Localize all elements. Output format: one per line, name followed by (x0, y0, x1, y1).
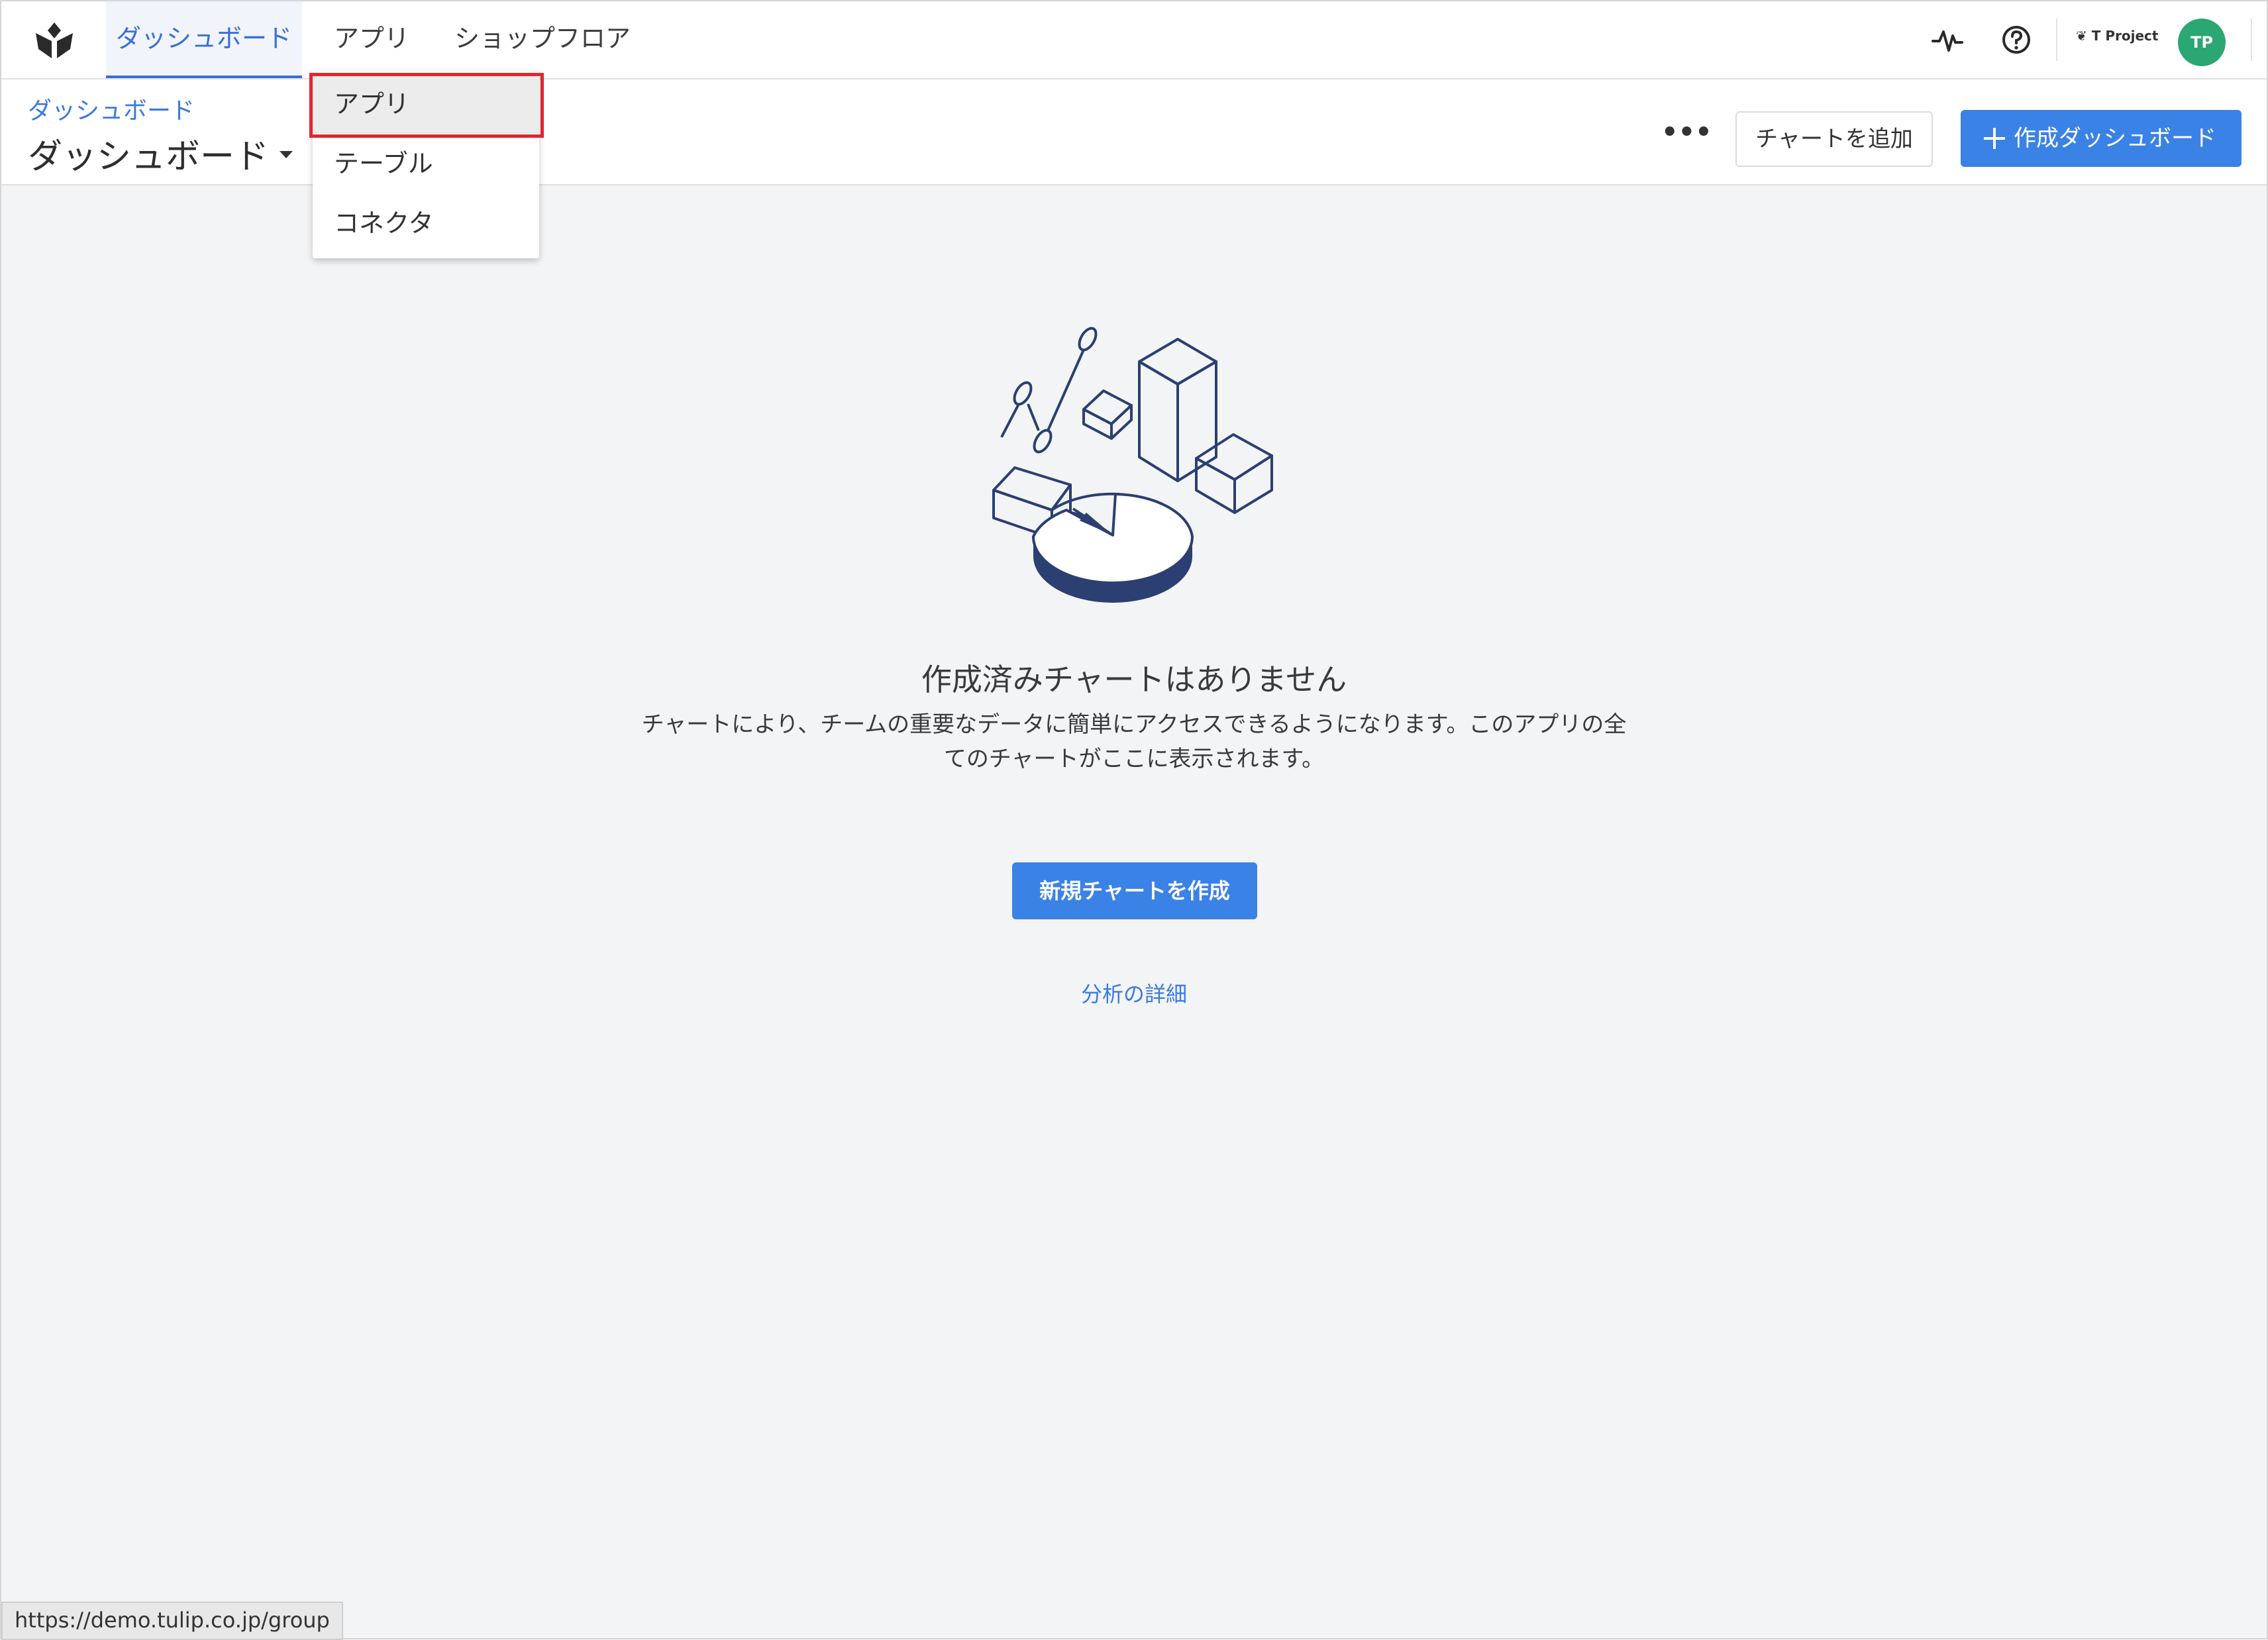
menu-item-connectors[interactable]: コネクタ (313, 193, 539, 253)
highlight-annotation (309, 73, 544, 138)
plus-icon (1984, 128, 2005, 149)
activity-icon[interactable] (1929, 21, 1966, 58)
empty-state-title: 作成済みチャートはありません (921, 662, 1347, 697)
tab-shop-floor[interactable]: ショップフロア (454, 1, 631, 78)
avatar[interactable]: TP (2178, 19, 2226, 66)
top-navigation: ダッシュボード アプリ ショップフロア ❦ T Project TP (1, 1, 2267, 79)
create-dashboard-label: 作成ダッシュボード (2014, 125, 2216, 152)
learn-more-link: 分析の詳細 (0, 978, 2268, 1008)
learn-more-link-text[interactable]: 分析の詳細 (1081, 982, 1187, 1007)
tulip-logo-icon[interactable] (32, 20, 77, 65)
nav-divider-right (2251, 19, 2252, 61)
breadcrumb[interactable]: ダッシュボード (28, 91, 195, 126)
help-icon[interactable] (1998, 21, 2035, 58)
create-chart-button[interactable]: 新規チャートを作成 (1012, 862, 1257, 919)
empty-state-description: チャートにより、チームの重要なデータに簡単にアクセスできるようになります。このア… (641, 711, 1627, 772)
caret-down-icon[interactable] (280, 151, 293, 158)
create-dashboard-button[interactable]: 作成ダッシュボード (1961, 110, 2242, 167)
add-chart-button[interactable]: チャートを追加 (1735, 111, 1933, 167)
nav-divider (2056, 19, 2057, 61)
page-title[interactable]: ダッシュボード (28, 128, 269, 178)
project-logo-icon: ❦ (2076, 28, 2092, 44)
charts-illustration-icon (992, 327, 1273, 603)
tab-apps[interactable]: アプリ (334, 1, 409, 78)
tab-dashboard[interactable]: ダッシュボード (106, 1, 302, 78)
more-options-button[interactable]: ••• (1661, 119, 1712, 151)
project-logo-text: T Project (2091, 28, 2159, 44)
status-bar-url: https://demo.tulip.co.jp/group (1, 1602, 343, 1640)
project-logo[interactable]: ❦ T Project (2076, 28, 2158, 44)
menu-item-tables[interactable]: テーブル (313, 134, 539, 193)
